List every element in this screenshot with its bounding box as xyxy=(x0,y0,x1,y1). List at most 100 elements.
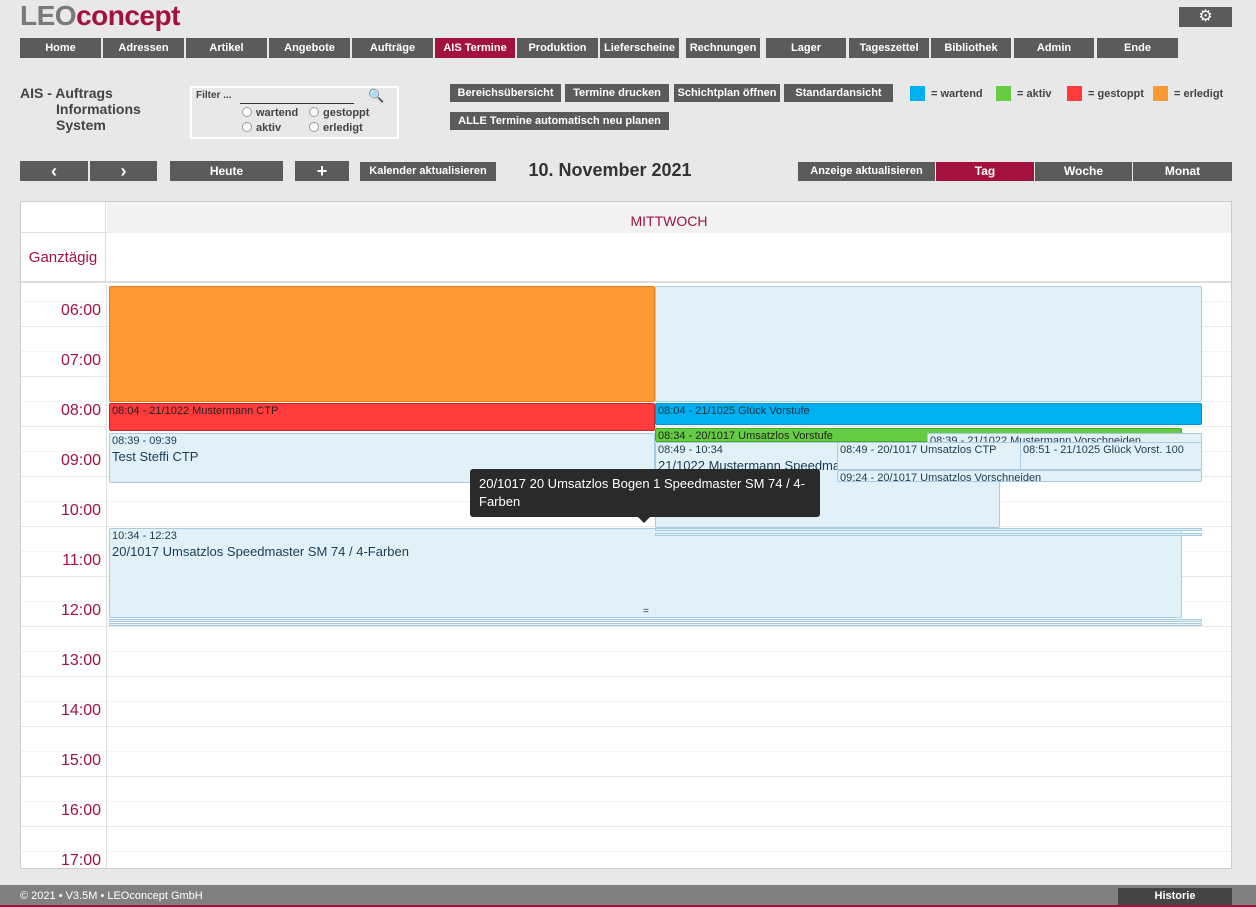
event-glueck-vorstufe[interactable]: 08:04 - 21/1025 Glück Vorstufe xyxy=(655,403,1202,425)
half-hour-line xyxy=(21,801,1231,802)
termine-drucken-button[interactable]: Termine drucken xyxy=(565,84,669,102)
hour-label: 10:00 xyxy=(60,502,101,519)
logo: LEOconcept xyxy=(20,0,180,32)
radio-dot-icon xyxy=(309,107,319,117)
header-corner xyxy=(21,202,106,233)
nav-artikel[interactable]: Artikel xyxy=(186,38,267,58)
standardansicht-button[interactable]: Standardansicht xyxy=(784,84,893,102)
legend-wartend: = wartend xyxy=(910,86,983,101)
kalender-aktualisieren-button[interactable]: Kalender aktualisieren xyxy=(360,162,496,181)
resize-handle-icon[interactable]: = xyxy=(643,606,649,617)
settings-button[interactable]: ⚙ xyxy=(1179,7,1232,27)
radio-label: wartend xyxy=(256,107,299,119)
nav-ais-termine[interactable]: AIS Termine xyxy=(435,38,515,58)
radio-label: gestoppt xyxy=(323,107,370,119)
legend-swatch xyxy=(1153,86,1168,101)
current-date: 10. November 2021 xyxy=(528,160,692,180)
legend-label: = erledigt xyxy=(1174,88,1224,100)
chevron-right-icon: › xyxy=(120,161,127,181)
half-hour-line xyxy=(21,851,1231,852)
prev-button[interactable]: ‹ xyxy=(20,161,88,181)
event-erledigt-block[interactable] xyxy=(109,286,655,402)
radio-label: aktiv xyxy=(256,122,282,134)
nav-home[interactable]: Home xyxy=(20,38,101,58)
gear-icon: ⚙ xyxy=(1198,8,1213,25)
radio-wartend[interactable]: wartend xyxy=(242,107,298,119)
plus-icon: + xyxy=(316,161,328,181)
next-button[interactable]: › xyxy=(90,161,157,181)
view-woche[interactable]: Woche xyxy=(1035,162,1132,181)
half-hour-line xyxy=(21,701,1231,702)
hour-label: 11:00 xyxy=(62,552,101,569)
radio-erledigt[interactable]: erledigt xyxy=(309,122,363,134)
event-umsatzlos-ctp[interactable]: 08:49 - 20/1017 Umsatzlos CTP xyxy=(837,442,1022,470)
page-title: AIS - Auftrags Informations System xyxy=(20,85,141,133)
event-time: 09:24 - 20/1017 Umsatzlos Vorschneiden xyxy=(840,472,1042,482)
view-tag[interactable]: Tag xyxy=(936,162,1034,181)
event-umsatzlos-vorschneiden[interactable]: 09:24 - 20/1017 Umsatzlos Vorschneiden xyxy=(837,470,1202,482)
nav-produktion[interactable]: Produktion xyxy=(517,38,598,58)
event-thin-strip-4[interactable] xyxy=(109,623,1202,626)
add-button[interactable]: + xyxy=(295,161,349,181)
legend-swatch xyxy=(1067,86,1082,101)
time-grid[interactable]: 06:00 07:00 08:00 09:00 10:00 11:00 12:00 13:00… xyxy=(21,285,1231,869)
hour-label: 17:00 xyxy=(60,852,101,869)
event-thin-strip-1[interactable] xyxy=(655,528,1202,531)
day-calendar: MITTWOCH Ganztägig 06:00 07:00 08:00 09:00 1… xyxy=(20,201,1232,869)
nav-rechnungen[interactable]: Rechnungen xyxy=(686,38,760,58)
radio-aktiv[interactable]: aktiv xyxy=(242,122,281,134)
legend-gestoppt: = gestoppt xyxy=(1067,86,1144,101)
nav-lieferscheine[interactable]: Lieferscheine xyxy=(600,38,679,58)
allday-row[interactable]: Ganztägig xyxy=(21,233,1231,283)
time-gutter xyxy=(106,285,107,868)
neu-planen-button[interactable]: ALLE Termine automatisch neu planen xyxy=(450,112,669,130)
today-button[interactable]: Heute xyxy=(170,161,283,181)
legend-swatch xyxy=(910,86,925,101)
hour-label: 13:00 xyxy=(60,652,101,669)
filter-input[interactable] xyxy=(240,88,354,104)
nav-auftraege[interactable]: Aufträge xyxy=(352,38,433,58)
event-thin-strip-2[interactable] xyxy=(655,533,1202,536)
logo-concept: concept xyxy=(76,0,180,31)
nav-admin[interactable]: Admin xyxy=(1014,38,1094,58)
event-glueck-vorst[interactable]: 08:51 - 21/1025 Glück Vorst. 100 xyxy=(1020,442,1202,470)
legend-label: = wartend xyxy=(931,88,983,100)
view-monat[interactable]: Monat xyxy=(1133,162,1232,181)
hour-line xyxy=(21,726,1231,727)
hour-label: 16:00 xyxy=(60,802,101,819)
hour-label: 09:00 xyxy=(60,452,101,469)
bereichsuebersicht-button[interactable]: Bereichsübersicht xyxy=(450,84,561,102)
radio-gestoppt[interactable]: gestoppt xyxy=(309,107,369,119)
schichtplan-button[interactable]: Schichtplan öffnen xyxy=(674,84,780,102)
event-time: 10:34 - 12:23 xyxy=(112,530,177,542)
hour-label: 15:00 xyxy=(60,752,101,769)
title-line1: AIS - Auftrags xyxy=(20,85,113,101)
search-icon[interactable]: 🔍 xyxy=(368,88,384,104)
nav-ende[interactable]: Ende xyxy=(1097,38,1178,58)
hour-label: 12:00 xyxy=(60,602,101,619)
event-tooltip: 20/1017 20 Umsatzlos Bogen 1 Speedmaster… xyxy=(470,469,820,523)
nav-tageszettel[interactable]: Tageszettel xyxy=(849,38,929,58)
hour-line xyxy=(21,826,1231,827)
anzeige-aktualisieren-button[interactable]: Anzeige aktualisieren xyxy=(798,162,935,181)
footer: © 2021 • V3.5M • LEOconcept GmbH Histori… xyxy=(0,885,1256,907)
allday-label: Ganztägig xyxy=(21,233,106,283)
nav-bibliothek[interactable]: Bibliothek xyxy=(931,38,1011,58)
chevron-left-icon: ‹ xyxy=(51,161,57,181)
half-hour-line xyxy=(21,751,1231,752)
calendar-header: MITTWOCH xyxy=(21,202,1231,233)
event-mustermann-ctp[interactable]: 08:04 - 21/1022 Mustermann CTP xyxy=(109,403,655,431)
event-wartend-block[interactable] xyxy=(655,286,1202,402)
event-title: Test Steffi CTP xyxy=(112,449,199,464)
event-time: 08:51 - 21/1025 Glück Vorst. 100 xyxy=(1023,444,1184,456)
historie-button[interactable]: Historie xyxy=(1118,888,1232,905)
legend-label: = aktiv xyxy=(1017,88,1052,100)
nav-lager[interactable]: Lager xyxy=(766,38,846,58)
nav-angebote[interactable]: Angebote xyxy=(269,38,350,58)
event-main-speedmaster[interactable]: 10:34 - 12:23 20/1017 Umsatzlos Speedmast… xyxy=(109,528,1182,618)
hour-line xyxy=(21,626,1231,627)
legend-erledigt: = erledigt xyxy=(1153,86,1223,101)
day-header: MITTWOCH xyxy=(107,202,1231,233)
event-thin-strip-3[interactable] xyxy=(109,619,1202,622)
nav-adressen[interactable]: Adressen xyxy=(103,38,184,58)
